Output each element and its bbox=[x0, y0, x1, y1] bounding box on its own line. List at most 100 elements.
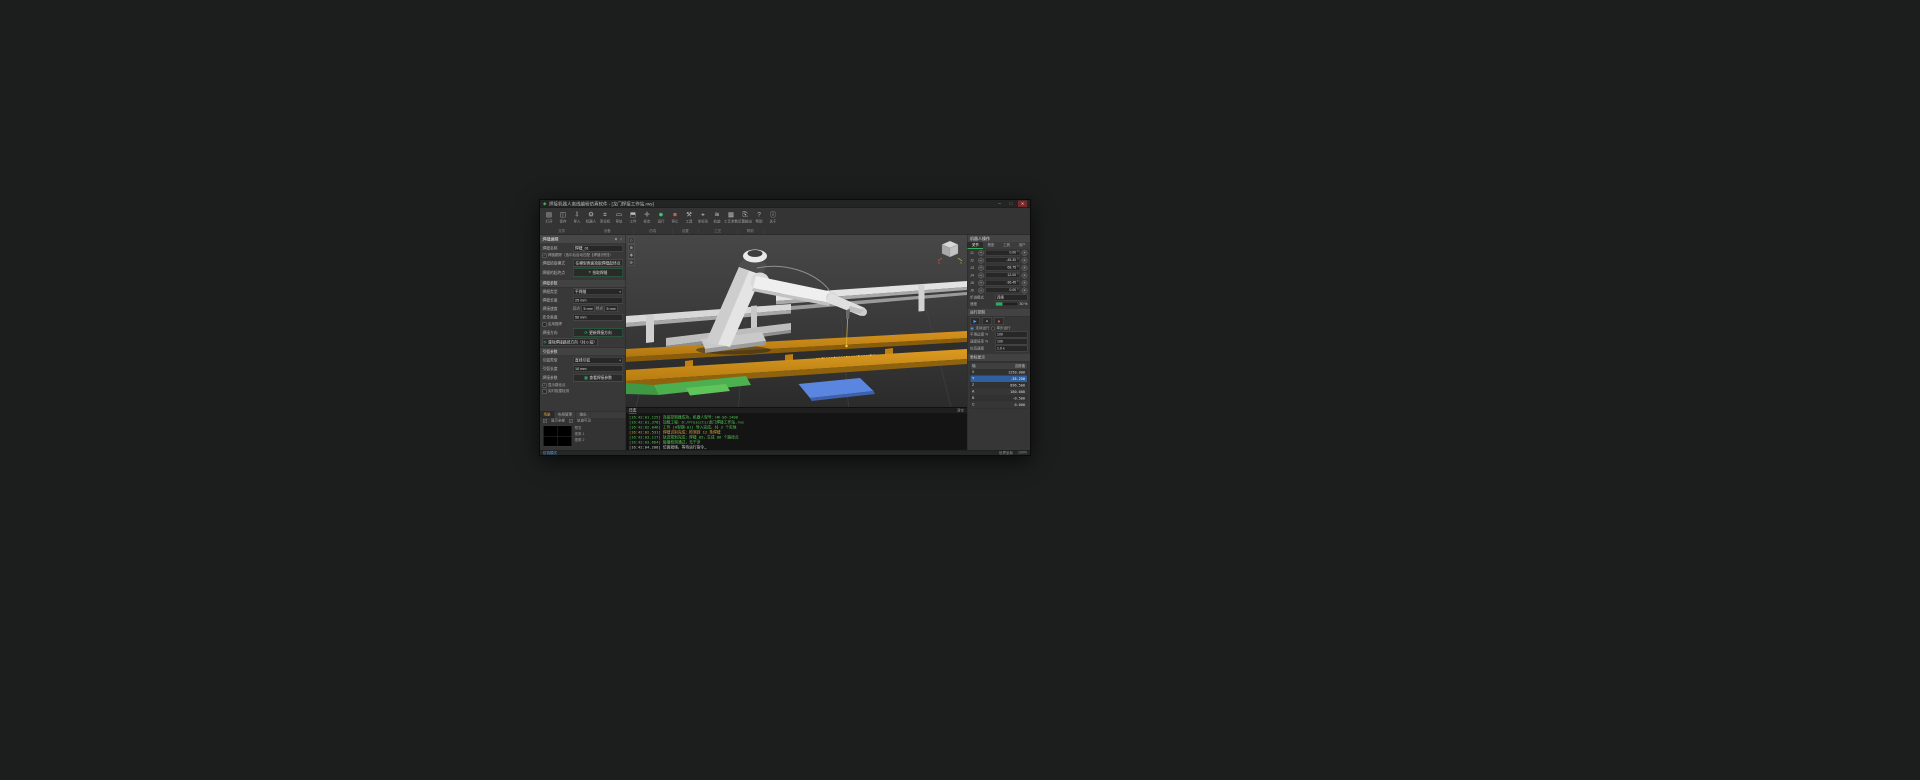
jog-minus-button[interactable]: − bbox=[978, 257, 984, 264]
refresh-icon: ⟳ bbox=[584, 330, 588, 335]
log-output[interactable]: [16:42:01.125] 连接控制器成功，机器人型号：HR-S6-1400 … bbox=[626, 414, 967, 450]
tab-log[interactable]: 日志 bbox=[629, 407, 637, 414]
toolbar-frames-button[interactable]: ⌖ 坐标系 bbox=[697, 209, 710, 228]
toolbar-process-button[interactable]: ▦ 工艺参数 bbox=[724, 209, 738, 228]
toolbar-import-button[interactable]: ⇩ 导入 bbox=[571, 209, 584, 228]
navigation-cube[interactable]: X Y bbox=[937, 238, 963, 264]
show-all-label: 显示全部 bbox=[551, 419, 565, 423]
seam-type-select[interactable]: 平焊缝 ▾ bbox=[573, 288, 623, 295]
pause-button[interactable]: ⏸ bbox=[982, 317, 992, 325]
close-button[interactable]: ✕ bbox=[1018, 200, 1027, 207]
toolbar-help-button[interactable]: ? 帮助 bbox=[753, 209, 766, 228]
toolbar-workpiece-button[interactable]: ⬒ 工件 bbox=[627, 209, 640, 228]
seam-name-input[interactable] bbox=[573, 245, 623, 252]
seam-length-input[interactable] bbox=[573, 297, 623, 304]
toolbar-robot-button[interactable]: ⚙ 机器人 bbox=[585, 209, 598, 228]
continuous-radio[interactable] bbox=[970, 326, 974, 331]
toolbar-postprocess-button[interactable]: ⎘ 后置输出 bbox=[738, 209, 752, 228]
single-step-label: 单步运行 bbox=[996, 326, 1011, 331]
coordinate-table: 轴 当前值 X 1250.000 Y -35.250 Z 896.500 A 1… bbox=[970, 362, 1028, 409]
process-icon: ▦ bbox=[727, 210, 735, 219]
tab-base[interactable]: 基座 bbox=[983, 242, 999, 249]
toolbar-open-button[interactable]: ▤ 打开 bbox=[543, 209, 556, 228]
speed-slider[interactable] bbox=[995, 302, 1019, 306]
view-item[interactable]: 视角 2 bbox=[575, 438, 585, 443]
group-process: 工艺 bbox=[699, 228, 738, 235]
safe-height-input[interactable] bbox=[573, 314, 623, 321]
axis-label: J3 bbox=[970, 265, 974, 271]
zoom-status: 100% bbox=[1018, 451, 1027, 455]
rotate-view-icon[interactable]: ⟳ bbox=[628, 259, 635, 266]
minimize-button[interactable]: ─ bbox=[995, 201, 1004, 208]
view-item[interactable]: 视角 1 bbox=[575, 432, 585, 437]
axis-value: 0.00 ° bbox=[985, 250, 1020, 256]
zoom-icon[interactable]: ⊕ bbox=[628, 244, 635, 251]
clear-log-button[interactable]: 清空 bbox=[957, 408, 964, 413]
collision-checkbox[interactable] bbox=[542, 389, 547, 394]
arc-length-label: 引弧长度 bbox=[542, 366, 558, 372]
step-mode-input[interactable] bbox=[995, 294, 1028, 301]
view-weld-params-button[interactable]: ▦ 查看焊接参数 bbox=[573, 374, 623, 382]
sim-speed-input[interactable] bbox=[995, 345, 1028, 352]
toolbar-stop-button[interactable]: ■ 停止 bbox=[669, 209, 682, 228]
jog-plus-button[interactable]: + bbox=[1021, 287, 1028, 294]
tab-user[interactable]: 用户 bbox=[1014, 242, 1030, 249]
rate-label: 速度倍率 % bbox=[970, 340, 989, 344]
toolbar-about-button[interactable]: ⓘ 关于 bbox=[767, 209, 780, 228]
show-all-checkbox[interactable]: ✓ bbox=[543, 419, 547, 423]
window-title: 焊接机器人离线编程仿真软件 - [龙门焊接工作站.rws] bbox=[548, 201, 654, 207]
tab-tool[interactable]: 工具 bbox=[999, 242, 1015, 249]
pan-icon[interactable]: ✥ bbox=[628, 252, 635, 259]
jog-minus-button[interactable]: − bbox=[978, 272, 984, 279]
toolbar-calibration-button[interactable]: ✛ 标定 bbox=[641, 209, 654, 228]
smooth-input[interactable] bbox=[995, 331, 1028, 338]
show-points-checkbox[interactable]: ✓ bbox=[542, 383, 547, 388]
toolbar-positioner-button[interactable]: ⌗ 变位机 bbox=[599, 209, 612, 228]
jog-plus-button[interactable]: + bbox=[1021, 264, 1028, 271]
speed-start-input[interactable] bbox=[581, 305, 595, 312]
maximize-button[interactable]: □ bbox=[1007, 201, 1016, 208]
coord-row[interactable]: C 0.000 bbox=[970, 401, 1027, 408]
jog-minus-button[interactable]: − bbox=[978, 279, 984, 286]
toolbar-rail-button[interactable]: ▭ 导轨 bbox=[613, 209, 626, 228]
panel-apply-icon[interactable]: ✓ bbox=[620, 237, 623, 242]
seam-name-label: 焊缝名称 bbox=[542, 246, 558, 251]
seam-track-checkbox[interactable]: ✓ bbox=[542, 253, 547, 258]
toolbar-save-button[interactable]: ◫ 保存 bbox=[557, 209, 570, 228]
toolbar-tools-button[interactable]: ⚒ 工具 bbox=[683, 209, 696, 228]
3d-scene[interactable] bbox=[626, 235, 967, 407]
play-button[interactable]: ▶ bbox=[970, 317, 980, 325]
clear-path-button[interactable]: ⟲ 清除焊接路径方向（共 0 段） bbox=[542, 338, 598, 346]
update-direction-button[interactable]: ⟳ 更新焊接方向 bbox=[573, 328, 623, 337]
camera-preview[interactable] bbox=[543, 425, 572, 447]
arc-type-select[interactable]: 直线引弧 ▾ bbox=[573, 357, 623, 364]
save-icon: ◫ bbox=[559, 210, 567, 219]
pick-seam-button[interactable]: ⌖ 拾取焊缝 bbox=[573, 268, 623, 277]
jog-plus-button[interactable]: + bbox=[1021, 257, 1028, 264]
axis-label: J2 bbox=[970, 258, 974, 263]
jog-plus-button[interactable]: + bbox=[1021, 272, 1028, 279]
jog-plus-button[interactable]: + bbox=[1021, 279, 1028, 286]
jog-minus-button[interactable]: − bbox=[978, 249, 984, 256]
3d-viewport[interactable]: ⌂ ⊕ ✥ ⟳ X Y bbox=[626, 235, 967, 407]
panel-close-icon[interactable]: ✕ bbox=[614, 237, 617, 242]
positioner-icon: ⌗ bbox=[603, 210, 607, 219]
single-step-radio[interactable] bbox=[991, 326, 995, 331]
toolbar-path-button[interactable]: ≋ 轨迹 bbox=[711, 209, 724, 228]
jog-plus-button[interactable]: + bbox=[1021, 249, 1028, 256]
stop-button[interactable]: ■ bbox=[994, 317, 1004, 325]
arc-length-input[interactable] bbox=[573, 365, 623, 372]
weave-checkbox[interactable] bbox=[542, 322, 547, 327]
home-view-icon[interactable]: ⌂ bbox=[628, 237, 635, 244]
tab-joint[interactable]: 关节 bbox=[967, 242, 984, 249]
path-visible-checkbox[interactable]: ✓ bbox=[569, 419, 573, 423]
pick-mode-button[interactable]: 在模型表面拾取焊缝起终点 bbox=[573, 259, 623, 267]
path-visible-label: 轨迹可见 bbox=[577, 419, 591, 423]
axis-label: J6 bbox=[970, 288, 974, 293]
jog-minus-button[interactable]: − bbox=[978, 287, 984, 294]
rate-input[interactable] bbox=[995, 338, 1028, 345]
pick-mode-label: 焊缝拾取模式 bbox=[542, 260, 566, 266]
jog-minus-button[interactable]: − bbox=[978, 264, 984, 271]
speed-end-input[interactable] bbox=[604, 305, 618, 312]
toolbar-run-button[interactable]: ● 运行 bbox=[655, 209, 668, 228]
